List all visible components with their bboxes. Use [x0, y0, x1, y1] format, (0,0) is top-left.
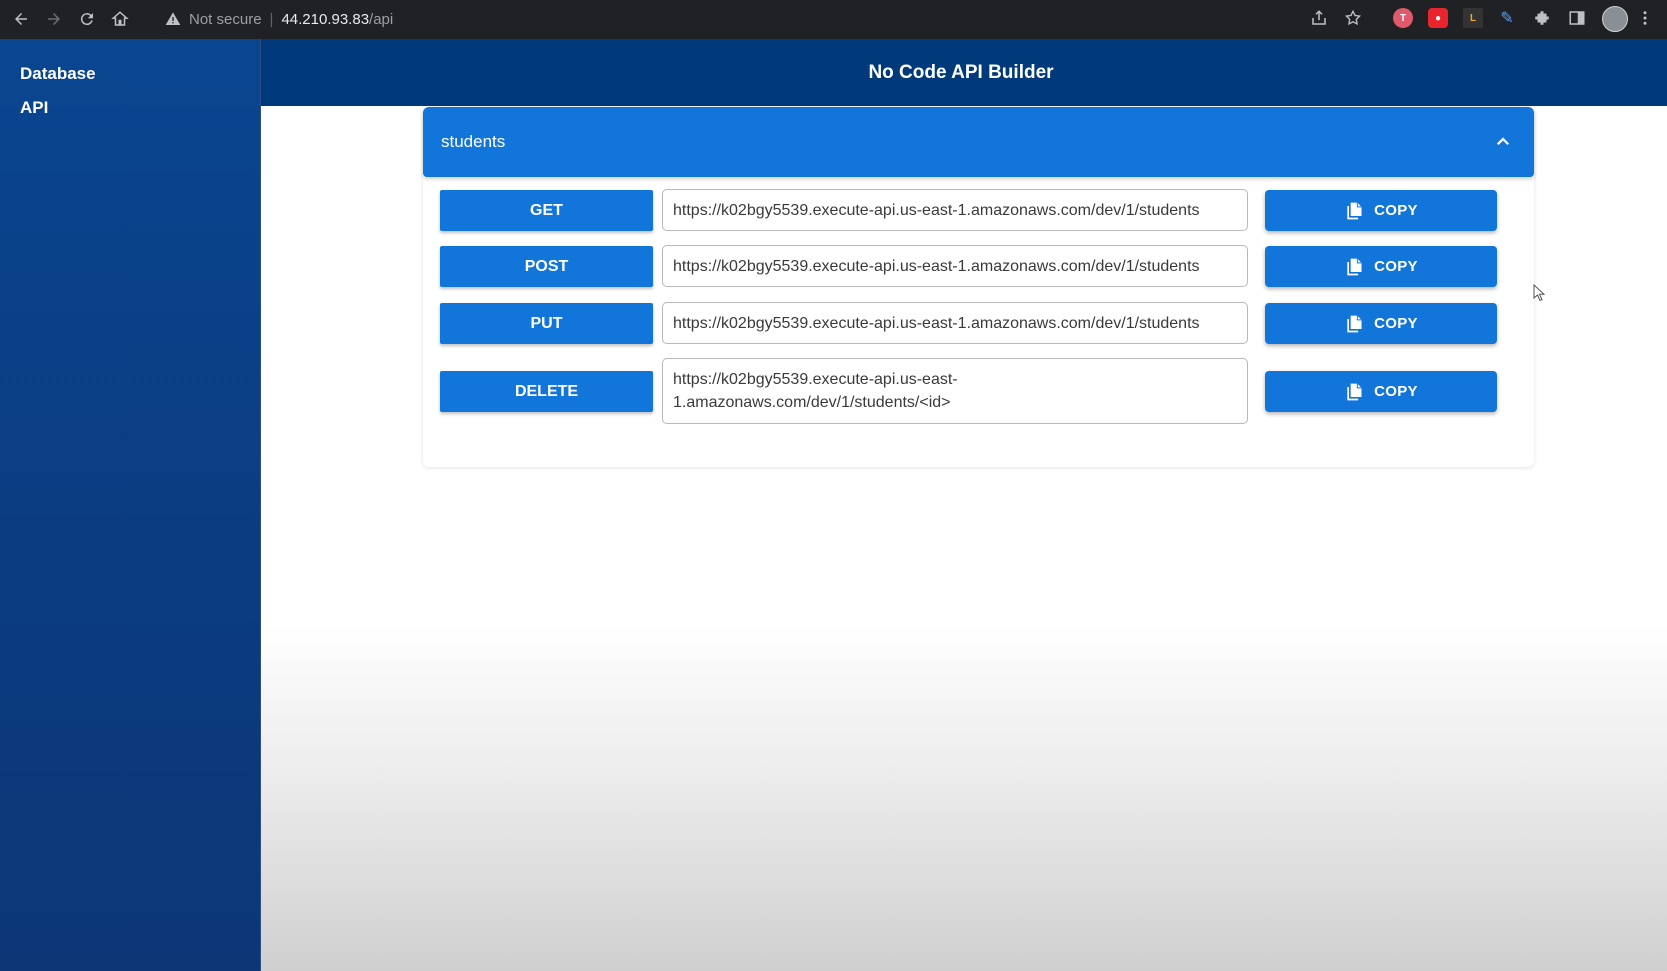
copy-button-put[interactable]: COPY — [1265, 303, 1497, 344]
url-path: /api — [369, 10, 394, 28]
copy-icon — [1344, 382, 1364, 402]
endpoint-row-post: POST https://k02bgy5539.execute-api.us-e… — [440, 245, 1517, 287]
home-icon[interactable] — [108, 7, 132, 31]
star-icon[interactable] — [1342, 7, 1364, 29]
sidebar: Database API — [0, 39, 261, 971]
share-icon[interactable] — [1308, 7, 1330, 29]
omnibox-separator: | — [269, 10, 274, 28]
extension-icon-1[interactable]: T — [1393, 8, 1413, 28]
back-icon[interactable] — [9, 7, 33, 31]
endpoint-row-put: PUT https://k02bgy5539.execute-api.us-ea… — [440, 302, 1517, 344]
extension-icon-2[interactable]: ● — [1428, 8, 1448, 28]
url-field-put[interactable]: https://k02bgy5539.execute-api.us-east-1… — [662, 302, 1248, 344]
sidebar-item-api[interactable]: API — [20, 98, 48, 118]
page-title: No Code API Builder — [868, 61, 1054, 83]
endpoint-row-get: GET https://k02bgy5539.execute-api.us-ea… — [440, 189, 1517, 231]
security-label: Not secure — [189, 10, 262, 28]
copy-icon — [1344, 257, 1364, 277]
endpoint-row-delete: DELETE https://k02bgy5539.execute-api.us… — [440, 358, 1517, 424]
copy-button-delete[interactable]: COPY — [1265, 371, 1497, 412]
copy-label: COPY — [1374, 202, 1418, 219]
profile-avatar-icon[interactable] — [1602, 6, 1628, 32]
address-bar[interactable]: Not secure | 44.210.93.83/api — [155, 4, 1360, 34]
copy-label: COPY — [1374, 315, 1418, 332]
copy-icon — [1344, 201, 1364, 221]
sidebar-item-database[interactable]: Database — [20, 64, 96, 84]
url-host: 44.210.93.83 — [281, 10, 370, 28]
url-field-post[interactable]: https://k02bgy5539.execute-api.us-east-1… — [662, 245, 1248, 287]
table-accordion: students GET https://k02bgy5539.execute-… — [423, 107, 1534, 467]
copy-icon — [1344, 314, 1364, 334]
method-button-put[interactable]: PUT — [440, 303, 653, 344]
url-field-get[interactable]: https://k02bgy5539.execute-api.us-east-1… — [662, 189, 1248, 231]
chevron-up-icon[interactable] — [1494, 133, 1512, 151]
method-button-delete[interactable]: DELETE — [440, 371, 653, 412]
app-header: No Code API Builder — [261, 39, 1667, 106]
method-button-get[interactable]: GET — [440, 190, 653, 231]
table-name: students — [441, 132, 506, 151]
url-field-delete[interactable]: https://k02bgy5539.execute-api.us-east-1… — [662, 358, 1248, 424]
menu-icon[interactable] — [1637, 7, 1653, 29]
browser-toolbar: Not secure | 44.210.93.83/api T ● L ✎ — [0, 0, 1667, 39]
copy-label: COPY — [1374, 258, 1418, 275]
warning-icon — [165, 11, 181, 27]
side-panel-icon[interactable] — [1566, 7, 1588, 29]
extensions-icon[interactable] — [1531, 7, 1553, 29]
mouse-cursor-icon — [1533, 284, 1545, 302]
main-content: students GET https://k02bgy5539.execute-… — [261, 106, 1667, 971]
extension-icon-3[interactable]: L — [1463, 8, 1483, 28]
copy-button-get[interactable]: COPY — [1265, 190, 1497, 231]
pen-icon[interactable]: ✎ — [1497, 8, 1517, 28]
forward-icon[interactable] — [42, 7, 66, 31]
copy-label: COPY — [1374, 383, 1418, 400]
accordion-header[interactable]: students — [423, 107, 1534, 177]
copy-button-post[interactable]: COPY — [1265, 246, 1497, 287]
reload-icon[interactable] — [75, 7, 99, 31]
method-button-post[interactable]: POST — [440, 246, 653, 287]
